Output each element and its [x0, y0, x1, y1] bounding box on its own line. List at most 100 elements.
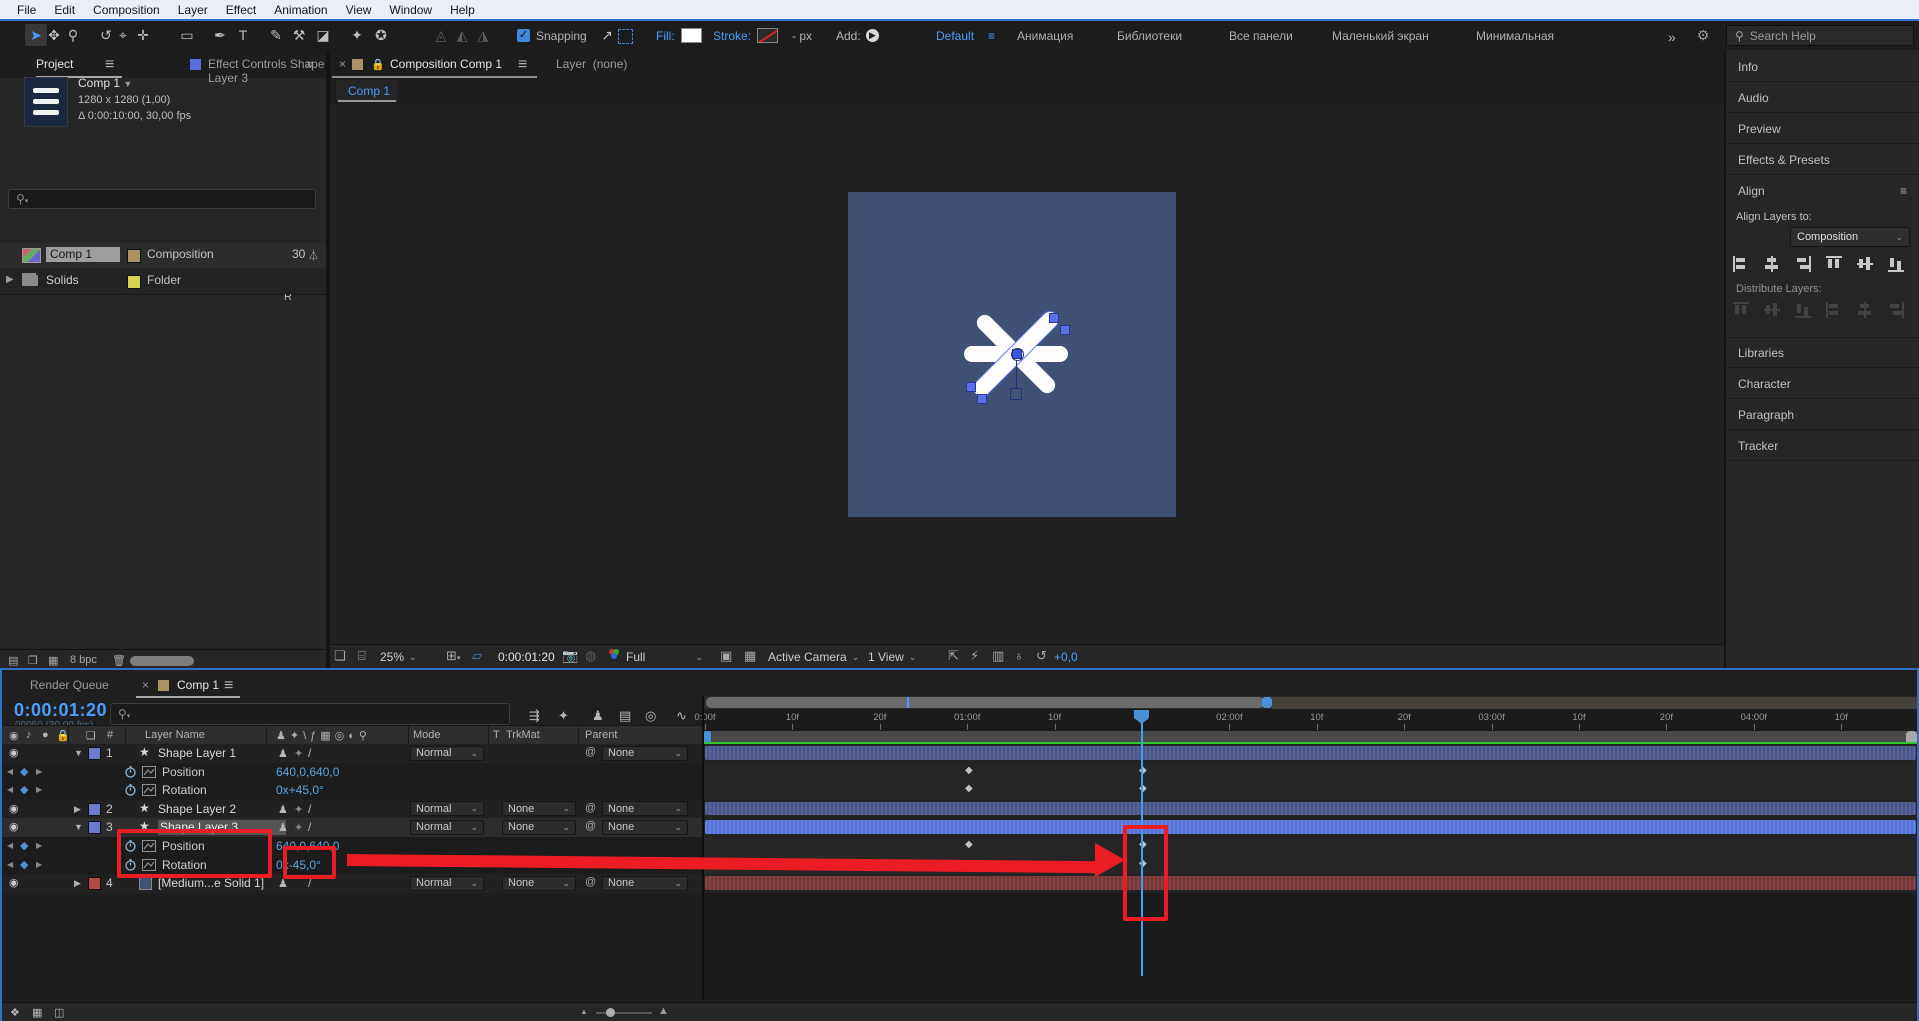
- fill-swatch[interactable]: [681, 28, 702, 43]
- viewer-tab-comp1[interactable]: Comp 1: [336, 80, 398, 102]
- keyframe-at-time-icon[interactable]: ◆: [20, 858, 28, 871]
- timeline-zoom-track[interactable]: [596, 1012, 652, 1014]
- parent-pickwhip-icon[interactable]: @: [585, 746, 596, 758]
- menu-window[interactable]: Window: [380, 3, 441, 17]
- layer-visibility-icon[interactable]: ◉: [9, 820, 19, 833]
- type-tool-icon[interactable]: T: [232, 24, 254, 46]
- motion-blur-icon[interactable]: ◎: [645, 708, 656, 724]
- layer-name[interactable]: Shape Layer 1: [158, 746, 236, 760]
- item-name[interactable]: Comp 1: [46, 247, 121, 262]
- sidebar-item-info[interactable]: Info: [1726, 52, 1919, 82]
- workspace-settings-icon[interactable]: ⚙: [1692, 24, 1714, 46]
- timeline-tab-close-icon[interactable]: ×: [142, 678, 149, 692]
- camera-tool-icon[interactable]: ⌖: [112, 24, 134, 46]
- timeline-graph-row[interactable]: ◆◆: [704, 781, 1917, 801]
- layer-row-4[interactable]: ◉ ▶ 4 [Medium...e Solid 1] ♟ / Normal ⌄ None ⌄ @ No…: [2, 874, 702, 894]
- mode-column-label[interactable]: Mode: [413, 729, 441, 741]
- comp-panel-menu-icon[interactable]: ≡: [518, 56, 527, 74]
- navigator-end-handle[interactable]: [1262, 697, 1272, 708]
- pixel-aspect-correction-icon[interactable]: ⚡: [970, 648, 979, 664]
- selection-handle[interactable]: [1060, 325, 1070, 335]
- composition-viewer[interactable]: [330, 104, 1724, 644]
- time-navigator-thumb[interactable]: [706, 697, 1264, 708]
- composition-mini-flowchart-icon[interactable]: ⇶: [529, 708, 540, 724]
- grid-guides-icon[interactable]: ⊞▾: [446, 648, 460, 664]
- project-panel-menu-icon[interactable]: ≡: [105, 56, 114, 74]
- viewer-timecode[interactable]: 0:00:01:20: [498, 650, 555, 664]
- timeline-column-header[interactable]: ◉ ♪ ● 🔒 ❏ # Layer Name ♟✦\ƒ▦◎◐⚲ Mode T TrkMat Paren…: [2, 725, 702, 746]
- hide-shy-layers-icon[interactable]: ♟: [592, 708, 604, 724]
- timeline-graph-row[interactable]: [704, 799, 1917, 820]
- graph-editor-icon[interactable]: ∿: [676, 708, 687, 724]
- expand-transfer-controls-icon[interactable]: ▦: [32, 1006, 42, 1019]
- sidebar-item-effects-presets[interactable]: Effects & Presets: [1726, 145, 1919, 175]
- sidebar-item-align[interactable]: Align ≡: [1726, 176, 1919, 206]
- keyframe-diamond[interactable]: ◆: [965, 839, 973, 850]
- layer-expander-icon[interactable]: ▼: [74, 748, 83, 758]
- trkmat-dropdown[interactable]: None ⌄: [502, 819, 576, 835]
- parent-dropdown[interactable]: None ⌄: [602, 819, 688, 835]
- parent-dropdown[interactable]: None ⌄: [602, 875, 688, 891]
- collapse-switch-icon[interactable]: ✦: [294, 803, 303, 816]
- shape-path-handle[interactable]: [1010, 388, 1022, 400]
- exposure-offset[interactable]: +0,0: [1054, 650, 1078, 664]
- menu-edit[interactable]: Edit: [45, 3, 84, 17]
- trkmat-dropdown[interactable]: None ⌄: [502, 875, 576, 891]
- layer-color-chip[interactable]: [88, 802, 101, 816]
- prev-keyframe-icon[interactable]: ◀: [7, 860, 13, 869]
- layer-name[interactable]: Shape Layer 2: [158, 802, 236, 816]
- expand-inout-icon[interactable]: ◫: [54, 1006, 64, 1019]
- solo-column-icon[interactable]: ●: [42, 729, 49, 741]
- rectangle-tool-icon[interactable]: ▭: [176, 24, 198, 46]
- sidebar-item-audio[interactable]: Audio: [1726, 83, 1919, 113]
- tab-render-queue[interactable]: Render Queue: [30, 678, 109, 692]
- workspace-overflow-chevrons[interactable]: »: [1668, 29, 1676, 45]
- roto-brush-tool-icon[interactable]: ✦: [346, 24, 368, 46]
- layer-color-chip[interactable]: [88, 747, 101, 760]
- trkmat-dropdown[interactable]: None ⌄: [502, 801, 576, 817]
- selection-handle[interactable]: [977, 394, 987, 404]
- always-preview-icon[interactable]: ❏: [334, 648, 346, 664]
- stopwatch-icon[interactable]: [124, 765, 137, 778]
- shy-switch-icon[interactable]: ♟: [278, 747, 288, 760]
- label-color-chip[interactable]: [127, 249, 141, 263]
- keyframe-at-time-icon[interactable]: ◆: [20, 765, 28, 778]
- collapse-switch-icon[interactable]: ✦: [294, 821, 303, 834]
- stroke-label[interactable]: Stroke:: [713, 29, 751, 43]
- snapshot-icon[interactable]: 📷: [562, 648, 578, 664]
- mask-roi-icon[interactable]: ▱: [472, 648, 482, 664]
- layer-expander-icon[interactable]: ▶: [74, 878, 81, 889]
- primary-viewer-icon[interactable]: ⌸: [358, 648, 366, 664]
- blend-mode-dropdown[interactable]: Normal ⌄: [410, 819, 484, 835]
- pen-tool-icon[interactable]: ✒: [209, 24, 231, 46]
- reset-exposure-icon[interactable]: ↺: [1036, 648, 1047, 664]
- eyedropper-snap-icon[interactable]: ↗: [596, 24, 618, 46]
- quality-switch-icon[interactable]: /: [308, 820, 311, 834]
- camera-dropdown[interactable]: Active Camera ⌄: [768, 650, 859, 664]
- fill-label[interactable]: Fill:: [656, 29, 675, 43]
- workspace-menu-icon[interactable]: ≡: [988, 29, 995, 43]
- property-row[interactable]: ◀ ◆ ▶ Position 640,0,640,0: [2, 762, 702, 783]
- keyframe-diamond[interactable]: ◆: [965, 783, 973, 794]
- label-color-chip[interactable]: [127, 275, 141, 289]
- prev-keyframe-icon[interactable]: ◀: [7, 767, 13, 776]
- project-row-solids[interactable]: ▶ Solids Folder: [0, 269, 326, 294]
- timeline-zoom-thumb[interactable]: [606, 1008, 615, 1017]
- workspace-1[interactable]: Анимация: [1017, 29, 1073, 43]
- project-hscrollbar[interactable]: [130, 656, 194, 666]
- property-name[interactable]: Rotation: [162, 783, 207, 797]
- project-tab-overflow[interactable]: »: [306, 55, 314, 71]
- pan-behind-tool-icon[interactable]: ✛: [132, 24, 154, 46]
- align-right-button[interactable]: [1794, 255, 1812, 273]
- camera-orbit-tool-icon[interactable]: ◭: [451, 24, 473, 46]
- layer-visibility-icon[interactable]: ◉: [9, 746, 19, 759]
- workspace-0[interactable]: Default: [936, 29, 974, 43]
- next-keyframe-icon[interactable]: ▶: [36, 860, 42, 869]
- menu-composition[interactable]: Composition: [84, 3, 169, 17]
- mini-flowchart-icon[interactable]: ♁: [1014, 648, 1024, 663]
- tab-timeline-comp1[interactable]: Comp 1: [177, 678, 219, 692]
- parent-pickwhip-icon[interactable]: @: [585, 802, 596, 814]
- prev-keyframe-icon[interactable]: ◀: [7, 841, 13, 850]
- item-name[interactable]: Solids: [46, 273, 79, 287]
- menu-help[interactable]: Help: [441, 3, 484, 17]
